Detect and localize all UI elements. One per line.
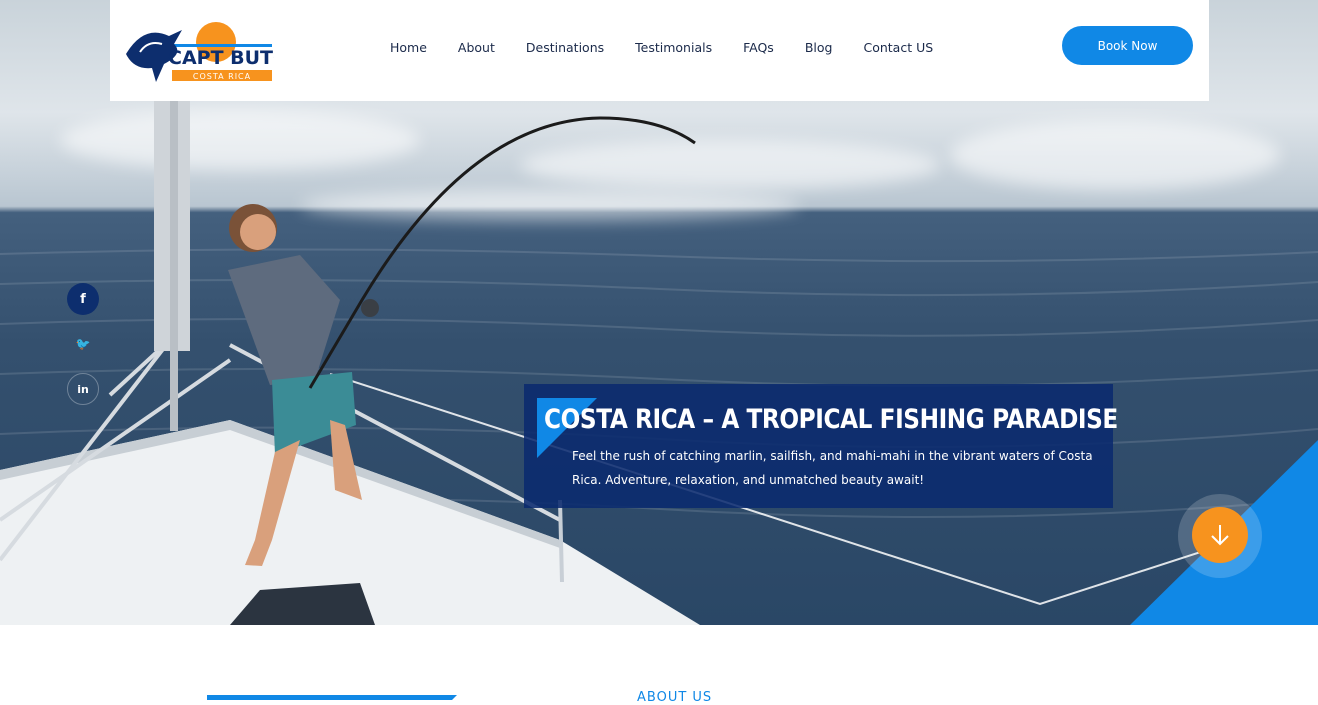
nav-faqs[interactable]: FAQs	[743, 40, 774, 55]
book-now-button[interactable]: Book Now	[1062, 26, 1193, 65]
logo-tagline: COSTA RICA	[193, 72, 251, 81]
about-us-label: ABOUT US	[637, 690, 713, 705]
facebook-icon[interactable]: f	[67, 283, 99, 315]
about-image-bar	[207, 695, 457, 700]
main-nav: Home About Destinations Testimonials FAQ…	[390, 40, 964, 55]
twitter-icon[interactable]: 🐦	[67, 328, 99, 360]
hero-title: COSTA RICA – A TROPICAL FISHING PARADISE	[544, 404, 1118, 435]
hero-subtitle: Feel the rush of catching marlin, sailfi…	[572, 449, 1093, 487]
arrow-down-glyph	[1211, 525, 1229, 546]
linkedin-icon[interactable]: in	[67, 373, 99, 405]
capt-butch-logo[interactable]: CAPT BUTCH COSTA RICA	[124, 14, 274, 90]
nav-home[interactable]: Home	[390, 40, 427, 55]
hero-caption: COSTA RICA – A TROPICAL FISHING PARADISE…	[524, 384, 1118, 508]
nav-destinations[interactable]: Destinations	[526, 40, 604, 55]
nav-testimonials[interactable]: Testimonials	[635, 40, 712, 55]
nav-about[interactable]: About	[458, 40, 495, 55]
nav-contact-us[interactable]: Contact US	[863, 40, 933, 55]
site-header: CAPT BUTCH COSTA RICA Home About Destina…	[110, 0, 1209, 101]
nav-blog[interactable]: Blog	[805, 40, 833, 55]
arrow-down-icon[interactable]	[1192, 507, 1248, 563]
logo-text: CAPT BUTCH	[168, 47, 274, 69]
